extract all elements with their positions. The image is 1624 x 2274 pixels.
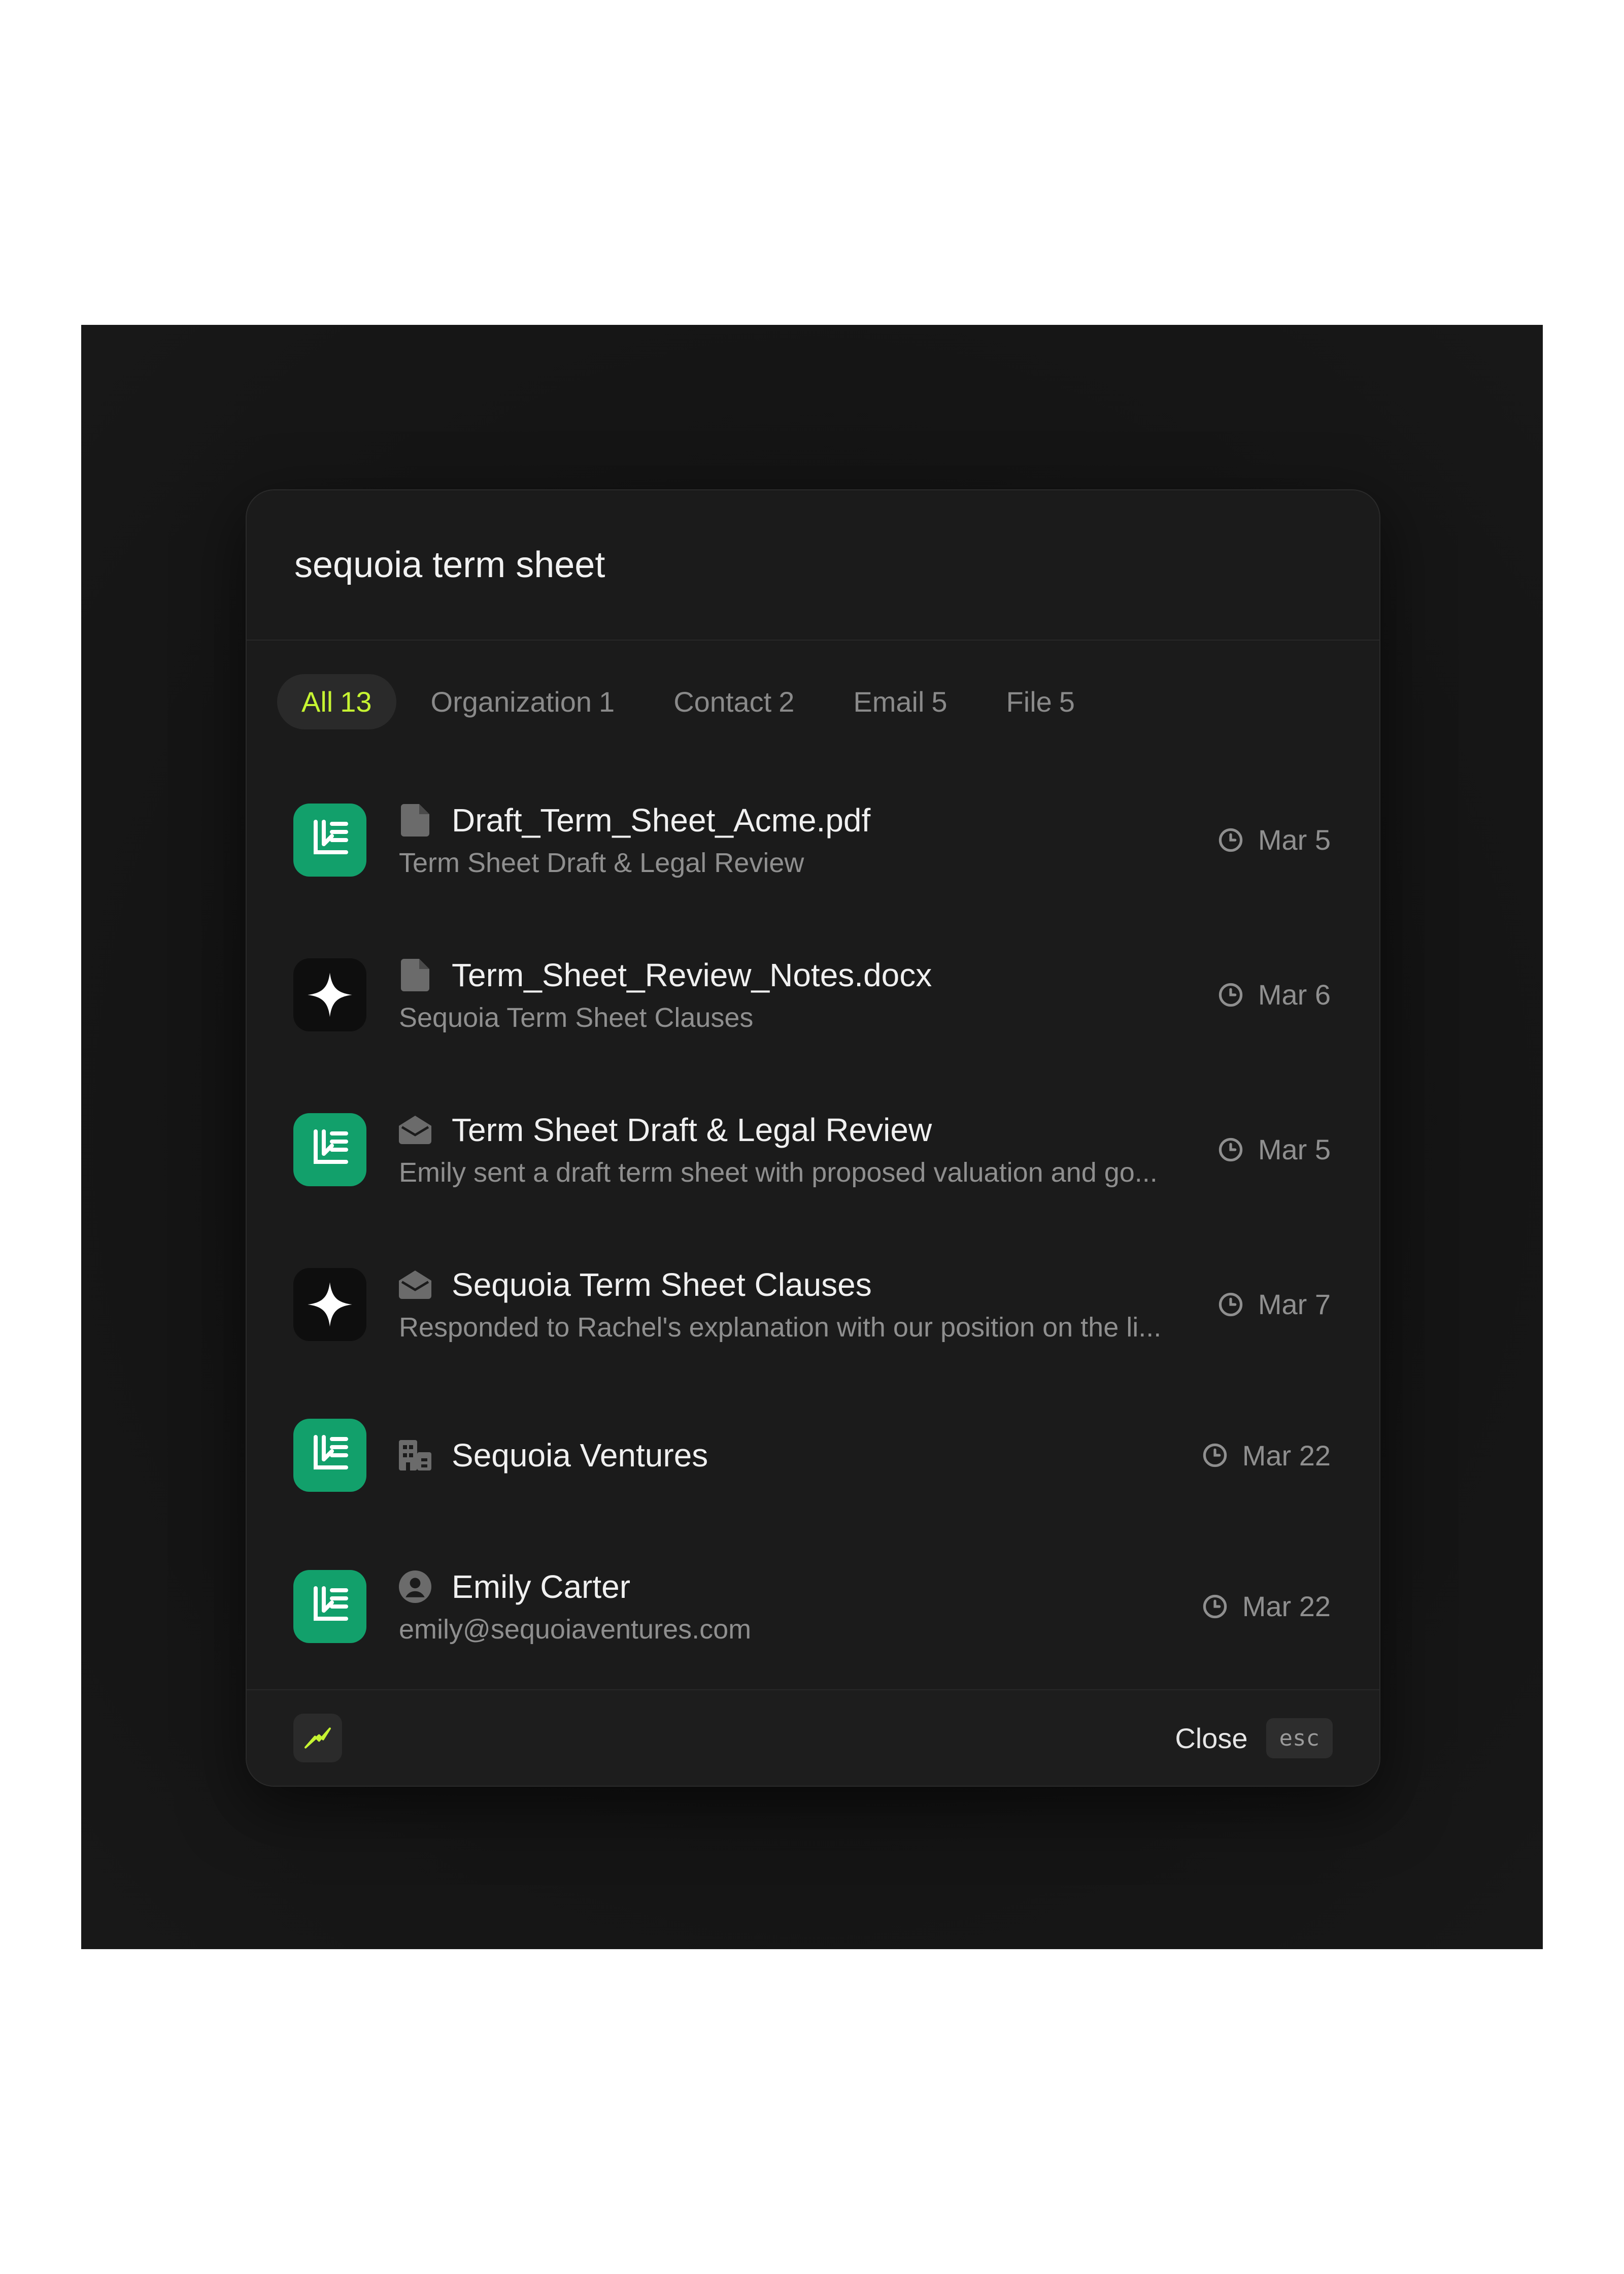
result-subtitle: Sequoia Term Sheet Clauses [399, 1002, 754, 1033]
result-row[interactable]: Term_Sheet_Review_Notes.docx Sequoia Ter… [293, 917, 1331, 1072]
result-row[interactable]: Sequoia Ventures Mar 22 [293, 1382, 1331, 1529]
tab-label: Email [853, 685, 925, 718]
tab-label: Contact [673, 685, 772, 718]
result-subtitle: emily@sequoiaventures.com [399, 1614, 752, 1645]
tab-count: 5 [1059, 685, 1075, 718]
tab-label: All [301, 685, 333, 718]
search-input[interactable] [293, 544, 1209, 586]
result-title: Term Sheet Draft & Legal Review [452, 1111, 932, 1148]
green-app-icon [293, 803, 366, 877]
result-row[interactable]: Term Sheet Draft & Legal Review Emily se… [293, 1072, 1331, 1227]
result-title: Emily Carter [452, 1568, 631, 1605]
building-icon [399, 1439, 431, 1472]
date-text: Mar 22 [1242, 1439, 1331, 1472]
green-app-icon [293, 1113, 366, 1186]
file-icon [399, 958, 431, 991]
result-row[interactable]: Draft_Term_Sheet_Acme.pdf Term Sheet Dra… [293, 762, 1331, 917]
result-title: Sequoia Term Sheet Clauses [452, 1266, 872, 1303]
green-app-icon [293, 1419, 366, 1492]
date-text: Mar 7 [1258, 1288, 1331, 1320]
esc-shortcut-badge: esc [1266, 1718, 1333, 1758]
clock-icon [1219, 1138, 1243, 1161]
result-date: Mar 7 [1217, 1288, 1331, 1321]
tab-all[interactable]: All 13 [277, 674, 396, 729]
user-circle-icon [399, 1570, 431, 1603]
clock-icon [1219, 828, 1243, 852]
tab-count: 2 [779, 685, 795, 718]
tab-label: File [1006, 685, 1052, 718]
date-text: Mar 5 [1258, 824, 1331, 856]
result-title: Sequoia Ventures [452, 1437, 708, 1474]
close-label: Close [1175, 1722, 1248, 1754]
clock-icon [1219, 1292, 1243, 1316]
clock-icon [1203, 1594, 1227, 1618]
search-bar [247, 490, 1379, 641]
clock-icon [1219, 983, 1243, 1007]
file-icon [399, 804, 431, 837]
result-date: Mar 5 [1217, 823, 1331, 856]
bolt-icon[interactable] [293, 1714, 342, 1762]
dialog-footer: Close esc [247, 1689, 1379, 1786]
result-date: Mar 22 [1202, 1439, 1331, 1472]
result-title: Draft_Term_Sheet_Acme.pdf [452, 801, 871, 839]
result-date: Mar 6 [1217, 978, 1331, 1011]
date-text: Mar 22 [1242, 1590, 1331, 1622]
filter-tabs: All 13 Organization 1 Contact 2 Email 5 File… [247, 641, 1379, 762]
sparkle-app-icon [293, 958, 366, 1031]
result-row[interactable]: Sequoia Term Sheet Clauses Responded to … [293, 1227, 1331, 1382]
tab-contact[interactable]: Contact 2 [649, 674, 819, 729]
search-dialog: All13 Organization1 Contact2 Email5 File… [246, 489, 1380, 1787]
envelope-icon [399, 1268, 431, 1301]
result-row[interactable]: Emily Carter emily@sequoiaventures.com M… [293, 1529, 1331, 1684]
clock-icon [1203, 1443, 1227, 1467]
date-text: Mar 6 [1258, 979, 1331, 1011]
result-date: Mar 22 [1202, 1590, 1331, 1623]
tab-label: Organization [430, 685, 592, 718]
result-subtitle: Term Sheet Draft & Legal Review [399, 847, 804, 878]
green-app-icon [293, 1569, 366, 1643]
tab-email[interactable]: Email 5 [829, 674, 971, 729]
close-button[interactable]: Close esc [1175, 1718, 1333, 1758]
sparkle-app-icon [293, 1267, 366, 1341]
tab-count: 13 [340, 685, 372, 718]
result-title: Term_Sheet_Review_Notes.docx [452, 956, 932, 993]
envelope-icon [399, 1114, 431, 1146]
result-subtitle: Emily sent a draft term sheet with propo… [399, 1157, 1158, 1188]
tab-file[interactable]: File 5 [982, 674, 1099, 729]
date-text: Mar 5 [1258, 1133, 1331, 1165]
result-date: Mar 5 [1217, 1133, 1331, 1166]
backdrop: All13 Organization1 Contact2 Email5 File… [81, 325, 1543, 1949]
results-list: Draft_Term_Sheet_Acme.pdf Term Sheet Dra… [247, 762, 1379, 1684]
result-subtitle: Responded to Rachel's explanation with o… [399, 1312, 1162, 1343]
tab-count: 1 [599, 685, 615, 718]
tab-count: 5 [931, 685, 948, 718]
tab-organization[interactable]: Organization 1 [407, 674, 639, 729]
